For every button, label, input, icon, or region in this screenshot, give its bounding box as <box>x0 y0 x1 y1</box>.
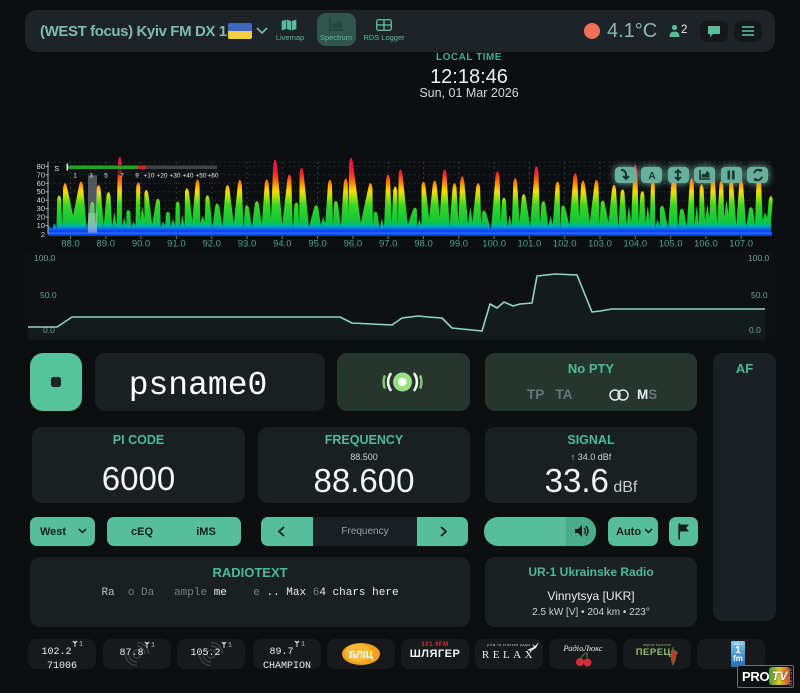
svg-text:1: 1 <box>301 641 305 648</box>
svg-text:50.0: 50.0 <box>40 290 57 300</box>
svg-text:100.0: 100.0 <box>748 253 770 263</box>
svg-text:1: 1 <box>228 642 232 649</box>
svg-text:1: 1 <box>79 641 83 648</box>
svg-text:100.0: 100.0 <box>34 253 56 263</box>
svg-text:БЛІЦ: БЛІЦ <box>349 650 374 661</box>
svg-text:1: 1 <box>151 642 155 649</box>
svg-text:50.0: 50.0 <box>751 290 768 300</box>
